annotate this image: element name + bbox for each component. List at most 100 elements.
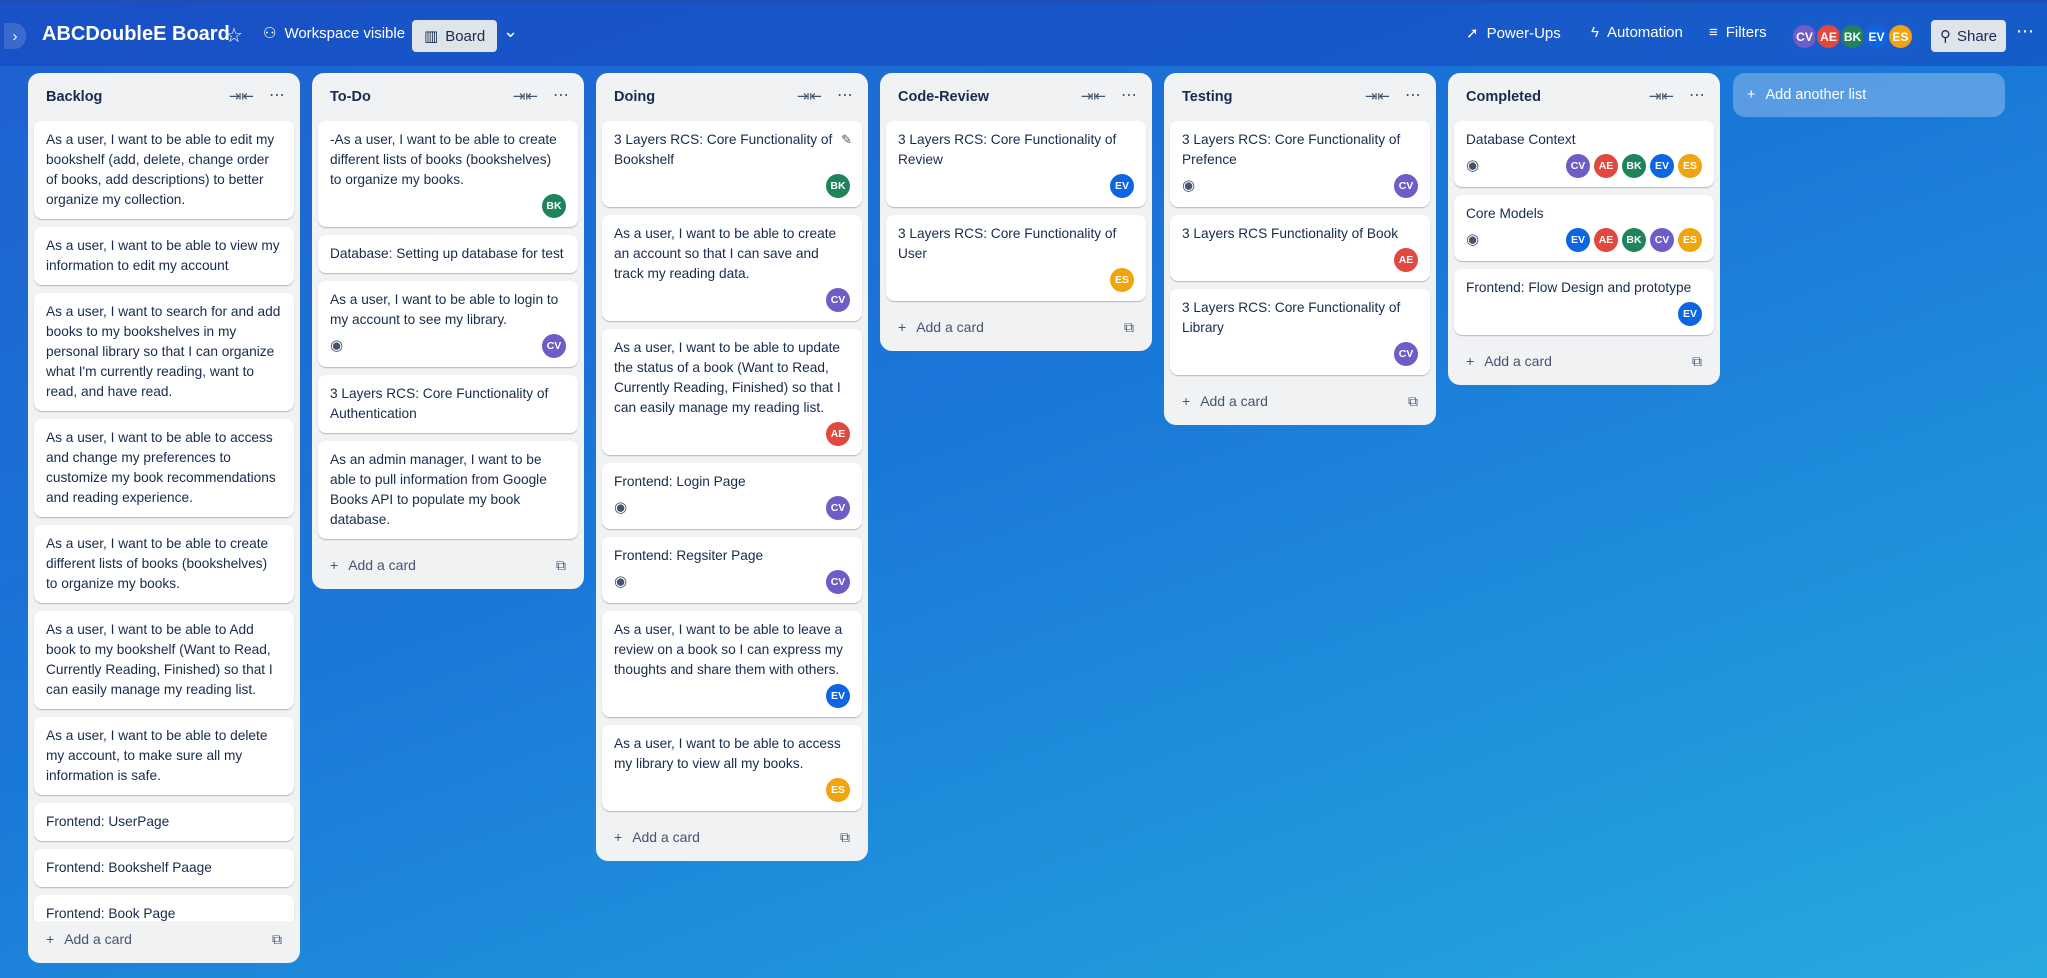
list-title[interactable]: To-Do xyxy=(330,89,371,105)
list-menu-icon[interactable]: ⋯ xyxy=(269,85,286,105)
member-avatar[interactable]: ES xyxy=(1110,268,1134,292)
card[interactable]: -As a user, I want to be able to create … xyxy=(318,121,578,227)
automation-button[interactable]: ϟ Automation xyxy=(1591,24,1683,41)
add-list-button[interactable]: + Add another list xyxy=(1733,73,2005,117)
member-avatar[interactable]: CV xyxy=(1566,154,1590,178)
member-avatar[interactable]: BK xyxy=(1839,23,1866,50)
card[interactable]: Frontend: Book Page xyxy=(34,895,294,921)
card[interactable]: Database Context ◉ CV AE BK EV ES xyxy=(1454,121,1714,187)
member-avatar[interactable]: EV xyxy=(1650,154,1674,178)
list-menu-icon[interactable]: ⋯ xyxy=(837,85,854,105)
card[interactable]: As a user, I want to be able to edit my … xyxy=(34,121,294,219)
card[interactable]: As a user, I want to be able to login to… xyxy=(318,281,578,367)
collapse-icon[interactable]: ⇥⇤ xyxy=(797,87,822,105)
pencil-icon[interactable]: ✎ xyxy=(841,130,852,150)
add-card-button[interactable]: + Add a card xyxy=(46,931,132,947)
workspace-visibility-button[interactable]: ⚇ Workspace visible xyxy=(263,24,405,43)
card[interactable]: Frontend: UserPage xyxy=(34,803,294,841)
member-avatar[interactable]: EV xyxy=(1110,174,1134,198)
collapse-icon[interactable]: ⇥⇤ xyxy=(1649,87,1674,105)
sidebar-expand-icon[interactable]: › xyxy=(4,23,26,49)
card-template-icon[interactable]: ⧉ xyxy=(1692,353,1702,370)
card[interactable]: 3 Layers RCS: Core Functionality of Auth… xyxy=(318,375,578,433)
member-avatar[interactable]: AE xyxy=(1594,154,1618,178)
collapse-icon[interactable]: ⇥⇤ xyxy=(513,87,538,105)
card[interactable]: 3 Layers RCS: Core Functionality of Libr… xyxy=(1170,289,1430,375)
member-avatar[interactable]: BK xyxy=(542,194,566,218)
member-avatar[interactable]: ES xyxy=(826,778,850,802)
list-menu-icon[interactable]: ⋯ xyxy=(1405,85,1422,105)
card[interactable]: As a user, I want to be able to create a… xyxy=(602,215,862,321)
card[interactable]: As a user, I want to be able to view my … xyxy=(34,227,294,285)
card[interactable]: 3 Layers RCS Functionality of Book AE xyxy=(1170,215,1430,281)
board-members[interactable]: CV AE BK EV ES xyxy=(1791,23,1914,50)
add-card-button[interactable]: + Add a card xyxy=(898,319,984,335)
card[interactable]: Core Models ◉ EV AE BK CV ES xyxy=(1454,195,1714,261)
card[interactable]: As a user, I want to be able to leave a … xyxy=(602,611,862,717)
card-template-icon[interactable]: ⧉ xyxy=(556,557,566,574)
board-view-button[interactable]: ▥ Board xyxy=(412,20,498,52)
list-menu-icon[interactable]: ⋯ xyxy=(1689,85,1706,105)
member-avatar[interactable]: CV xyxy=(1650,228,1674,252)
powerups-button[interactable]: ➚ Power-Ups xyxy=(1466,24,1561,43)
card[interactable]: As a user, I want to search for and add … xyxy=(34,293,294,411)
member-avatar[interactable]: CV xyxy=(826,570,850,594)
chevron-down-icon[interactable]: ⌄ xyxy=(503,21,518,42)
card[interactable]: As a user, I want to be able to access a… xyxy=(34,419,294,517)
star-icon[interactable]: ☆ xyxy=(225,23,243,48)
member-avatar[interactable]: BK xyxy=(1622,154,1646,178)
card[interactable]: As a user, I want to be able to update t… xyxy=(602,329,862,455)
card[interactable]: Database: Setting up database for test xyxy=(318,235,578,273)
member-avatar[interactable]: BK xyxy=(826,174,850,198)
list-title[interactable]: Code-Review xyxy=(898,89,989,105)
card-template-icon[interactable]: ⧉ xyxy=(272,931,282,948)
member-avatar[interactable]: EV xyxy=(1566,228,1590,252)
card[interactable]: As a user, I want to be able to access m… xyxy=(602,725,862,811)
collapse-icon[interactable]: ⇥⇤ xyxy=(1365,87,1390,105)
list-menu-icon[interactable]: ⋯ xyxy=(553,85,570,105)
card-template-icon[interactable]: ⧉ xyxy=(840,829,850,846)
member-avatar[interactable]: EV xyxy=(1678,302,1702,326)
member-avatar[interactable]: CV xyxy=(1394,174,1418,198)
member-avatar[interactable]: ES xyxy=(1678,154,1702,178)
add-card-button[interactable]: + Add a card xyxy=(1466,353,1552,369)
card[interactable]: 3 Layers RCS: Core Functionality of User… xyxy=(886,215,1146,301)
member-avatar[interactable]: AE xyxy=(826,422,850,446)
card[interactable]: 3 Layers RCS: Core Functionality of Book… xyxy=(602,121,862,207)
member-avatar[interactable]: ES xyxy=(1678,228,1702,252)
member-avatar[interactable]: AE xyxy=(1594,228,1618,252)
add-card-button[interactable]: + Add a card xyxy=(1182,393,1268,409)
list-title[interactable]: Backlog xyxy=(46,89,102,105)
member-avatar[interactable]: CV xyxy=(542,334,566,358)
card[interactable]: Frontend: Login Page ◉ CV xyxy=(602,463,862,529)
share-button[interactable]: ⚲ Share xyxy=(1931,20,2006,52)
board-title[interactable]: ABCDoubleE Board xyxy=(42,23,230,46)
card[interactable]: As an admin manager, I want to be able t… xyxy=(318,441,578,539)
card[interactable]: Frontend: Regsiter Page ◉ CV xyxy=(602,537,862,603)
list-menu-icon[interactable]: ⋯ xyxy=(1121,85,1138,105)
collapse-icon[interactable]: ⇥⇤ xyxy=(229,87,254,105)
list-title[interactable]: Completed xyxy=(1466,89,1541,105)
card-template-icon[interactable]: ⧉ xyxy=(1124,319,1134,336)
member-avatar[interactable]: CV xyxy=(826,496,850,520)
card[interactable]: As a user, I want to be able to Add book… xyxy=(34,611,294,709)
member-avatar[interactable]: AE xyxy=(1815,23,1842,50)
filters-button[interactable]: ≡ Filters xyxy=(1709,24,1767,41)
list-title[interactable]: Doing xyxy=(614,89,655,105)
member-avatar[interactable]: BK xyxy=(1622,228,1646,252)
card[interactable]: 3 Layers RCS: Core Functionality of Pref… xyxy=(1170,121,1430,207)
list-title[interactable]: Testing xyxy=(1182,89,1232,105)
card[interactable]: Frontend: Bookshelf Paage xyxy=(34,849,294,887)
collapse-icon[interactable]: ⇥⇤ xyxy=(1081,87,1106,105)
member-avatar[interactable]: CV xyxy=(1394,342,1418,366)
member-avatar[interactable]: AE xyxy=(1394,248,1418,272)
card[interactable]: Frontend: Flow Design and prototype EV xyxy=(1454,269,1714,335)
more-icon[interactable]: ⋯ xyxy=(2016,21,2035,42)
add-card-button[interactable]: + Add a card xyxy=(614,829,700,845)
card[interactable]: As a user, I want to be able to delete m… xyxy=(34,717,294,795)
member-avatar[interactable]: EV xyxy=(1863,23,1890,50)
member-avatar[interactable]: CV xyxy=(826,288,850,312)
card[interactable]: 3 Layers RCS: Core Functionality of Revi… xyxy=(886,121,1146,207)
add-card-button[interactable]: + Add a card xyxy=(330,557,416,573)
member-avatar[interactable]: ES xyxy=(1887,23,1914,50)
